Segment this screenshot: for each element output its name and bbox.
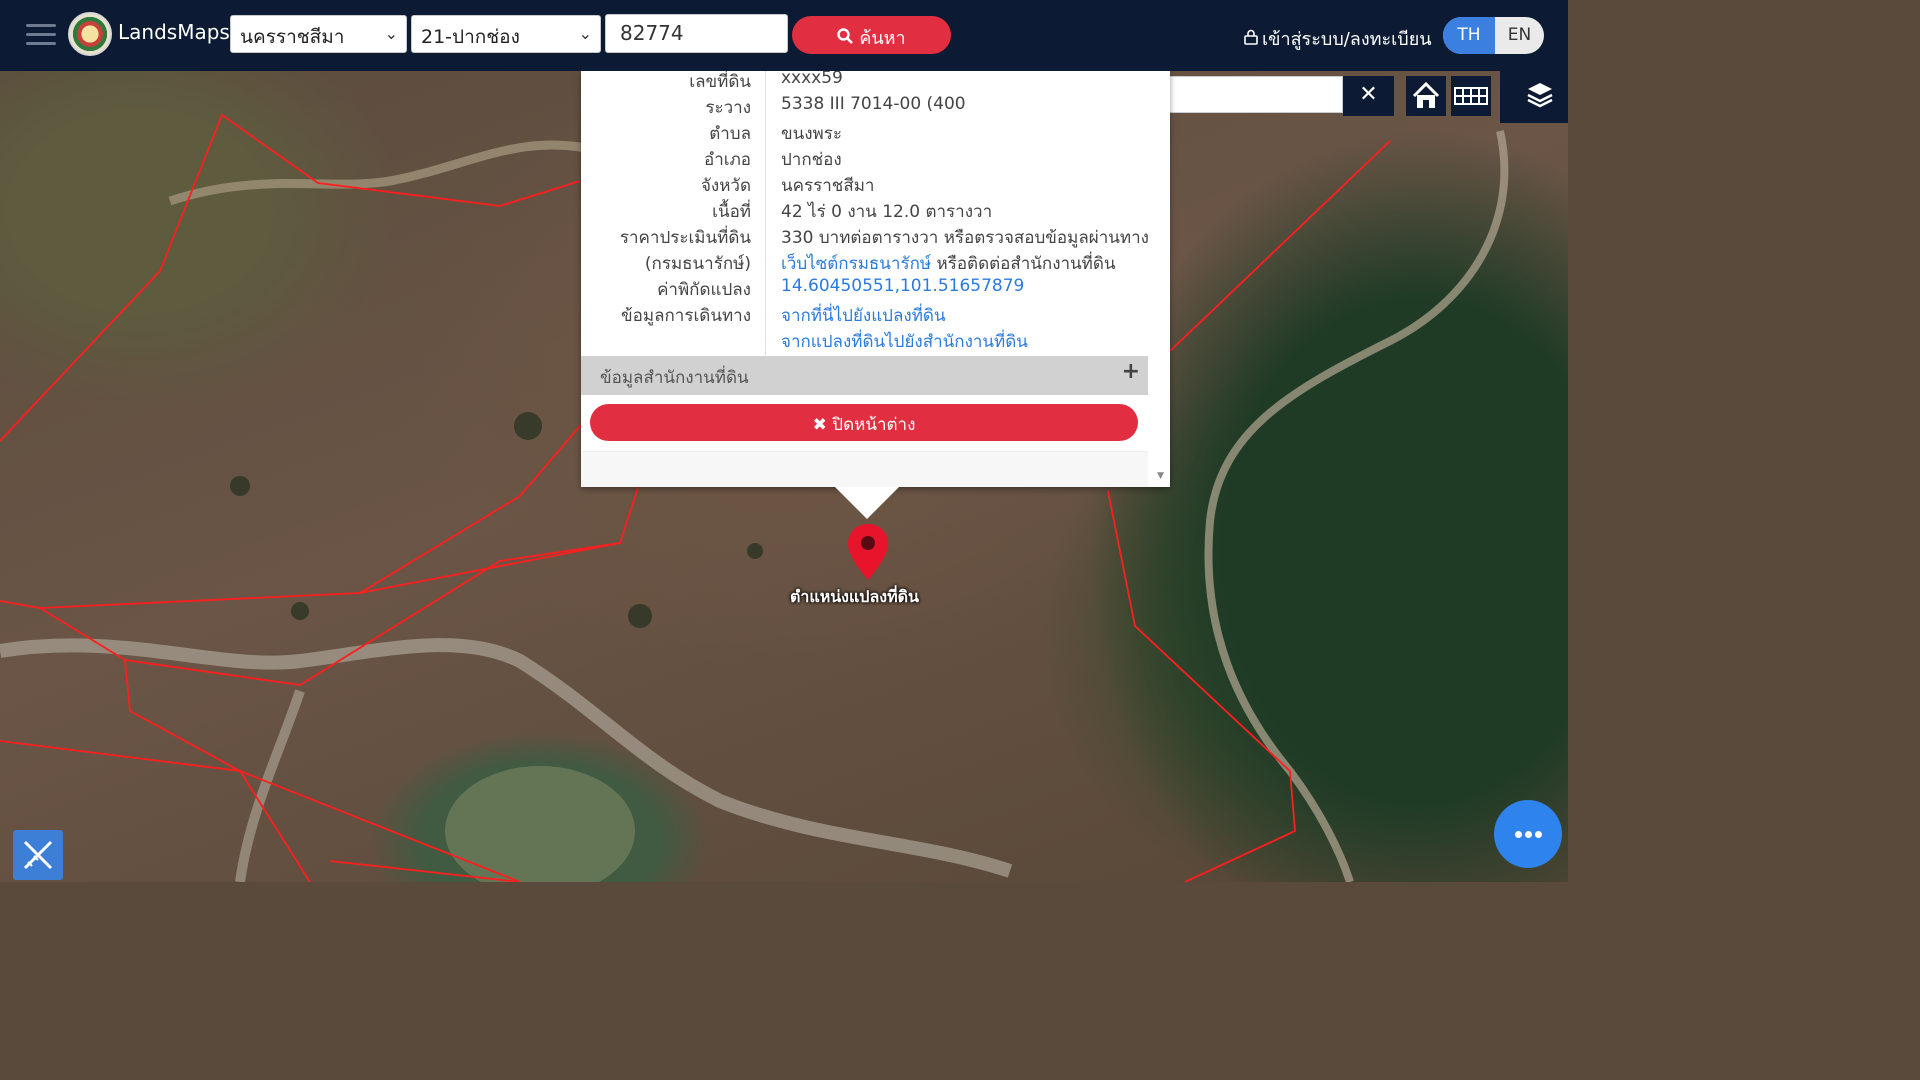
- info-row-parcel-number: เลขที่ดิน xxxx59: [581, 71, 1148, 94]
- info-row-province: จังหวัด นครราชสีมา: [581, 172, 1148, 198]
- map-marker-icon[interactable]: [846, 522, 890, 582]
- brand-name: LandsMaps: [118, 20, 230, 44]
- popup-scrollbar[interactable]: ▼: [1148, 71, 1170, 487]
- info-value: ขนงพระ: [781, 124, 843, 144]
- info-value: จากแปลงที่ดินไปยังสำนักงานที่ดิน: [781, 328, 1028, 355]
- treasury-contact-text: หรือติดต่อสำนักงานที่ดิน: [931, 254, 1116, 274]
- info-label: ค่าพิกัดแปลง: [657, 280, 751, 300]
- search-button[interactable]: ค้นหา: [792, 16, 951, 54]
- parcel-number-input[interactable]: 82774: [605, 14, 788, 53]
- province-select[interactable]: นครราชสีมา ⌄: [230, 15, 407, 53]
- grid-icon[interactable]: [1451, 76, 1491, 116]
- info-value: 5338 III 7014-00 (400: [781, 94, 966, 114]
- info-row-coordinates: ค่าพิกัดแปลง 14.60450551,101.51657879: [581, 276, 1148, 302]
- land-office-section-label: ข้อมูลสำนักงานที่ดิน: [600, 368, 749, 388]
- info-label: จังหวัด: [700, 176, 751, 196]
- info-label: (กรมธนารักษ์): [644, 254, 751, 274]
- info-label: เนื้อที่: [712, 202, 751, 222]
- info-label: เลขที่ดิน: [689, 72, 751, 92]
- info-label: ราคาประเมินที่ดิน: [619, 228, 751, 248]
- chevron-down-icon: ⌄: [384, 24, 398, 43]
- close-icon[interactable]: ✕: [1343, 76, 1394, 116]
- coordinates-link[interactable]: 14.60450551,101.51657879: [781, 276, 1024, 296]
- info-value: 42 ไร่ 0 งาน 12.0 ตารางวา: [781, 202, 993, 222]
- search-button-label: ค้นหา: [859, 28, 906, 49]
- district-select-value: 21-ปากช่อง: [421, 26, 520, 48]
- language-toggle: TH EN: [1443, 17, 1544, 54]
- info-row-directions-office: จากแปลงที่ดินไปยังสำนักงานที่ดิน: [581, 328, 1148, 354]
- search-icon: [837, 28, 854, 49]
- login-register-label: เข้าสู่ระบบ/ลงทะเบียน: [1262, 29, 1432, 50]
- chat-icon[interactable]: [1494, 800, 1562, 868]
- info-row-appraisal: ราคาประเมินที่ดิน 330 บาทต่อตารางวา หรือ…: [581, 224, 1149, 250]
- scroll-down-arrow-icon[interactable]: ▼: [1157, 471, 1164, 481]
- marker-label: ตำแหน่งแปลงที่ดิน: [790, 587, 919, 606]
- info-row-directions: ข้อมูลการเดินทาง จากที่นี่ไปยังแปลงที่ดิ…: [581, 302, 1148, 328]
- info-value: xxxx59: [781, 71, 843, 88]
- home-icon[interactable]: [1406, 76, 1446, 116]
- info-row-treasury: (กรมธนารักษ์) เว็บไซต์กรมธนารักษ์ หรือติ…: [581, 250, 1148, 276]
- close-icon: ✖: [812, 415, 827, 435]
- directions-to-office-link[interactable]: จากแปลงที่ดินไปยังสำนักงานที่ดิน: [781, 332, 1028, 352]
- info-value: เว็บไซต์กรมธนารักษ์ หรือติดต่อสำนักงานที…: [781, 250, 1116, 277]
- info-label: อำเภอ: [704, 150, 751, 170]
- info-value: ปากช่อง: [781, 150, 842, 170]
- parcel-info-popup: เลขที่ดิน xxxx59 ระวาง 5338 III 7014-00 …: [581, 71, 1170, 487]
- chevron-down-icon: ⌄: [578, 24, 592, 43]
- info-label: ระวาง: [705, 98, 751, 118]
- district-select[interactable]: 21-ปากช่อง ⌄: [411, 15, 601, 53]
- directions-to-parcel-link[interactable]: จากที่นี่ไปยังแปลงที่ดิน: [781, 306, 946, 326]
- close-window-button[interactable]: ✖ ปิดหน้าต่าง: [590, 404, 1138, 441]
- lock-icon: [1244, 29, 1258, 49]
- popup-footer: [581, 451, 1148, 487]
- info-label: ตำบล: [709, 124, 751, 144]
- info-row-district: อำเภอ ปากช่อง: [581, 146, 1148, 172]
- login-register-link[interactable]: เข้าสู่ระบบ/ลงทะเบียน: [1244, 24, 1432, 53]
- info-row-sheet: ระวาง 5338 III 7014-00 (400: [581, 94, 1148, 120]
- info-label: ข้อมูลการเดินทาง: [621, 306, 751, 326]
- satellite-map[interactable]: ค้นหาสถานที่สำคัญ ✕ เลขที่ดิน xxxx59 ระว…: [0, 71, 1568, 882]
- land-office-section-toggle[interactable]: ข้อมูลสำนักงานที่ดิน +: [581, 356, 1148, 395]
- close-window-label: ปิดหน้าต่าง: [832, 415, 916, 435]
- lang-th-button[interactable]: TH: [1443, 17, 1495, 54]
- info-value: จากที่นี่ไปยังแปลงที่ดิน: [781, 302, 946, 329]
- plus-icon: +: [1121, 359, 1140, 384]
- province-select-value: นครราชสีมา: [240, 26, 345, 48]
- popup-pointer: [835, 487, 899, 519]
- info-value: 14.60450551,101.51657879: [781, 276, 1024, 296]
- menu-icon[interactable]: [26, 22, 58, 48]
- landsmaps-logo: [68, 12, 112, 56]
- layers-icon[interactable]: [1500, 71, 1568, 123]
- info-value: 330 บาทต่อตารางวา หรือตรวจสอบข้อมูลผ่านท…: [781, 228, 1149, 248]
- measure-icon[interactable]: [13, 830, 63, 880]
- info-row-area: เนื้อที่ 42 ไร่ 0 งาน 12.0 ตารางวา: [581, 198, 1148, 224]
- treasury-website-link[interactable]: เว็บไซต์กรมธนารักษ์: [781, 254, 931, 274]
- info-value: นครราชสีมา: [781, 176, 875, 196]
- lang-en-button[interactable]: EN: [1495, 17, 1544, 54]
- top-navbar: LandsMaps นครราชสีมา ⌄ 21-ปากช่อง ⌄ 8277…: [0, 0, 1568, 71]
- info-row-subdistrict: ตำบล ขนงพระ: [581, 120, 1148, 146]
